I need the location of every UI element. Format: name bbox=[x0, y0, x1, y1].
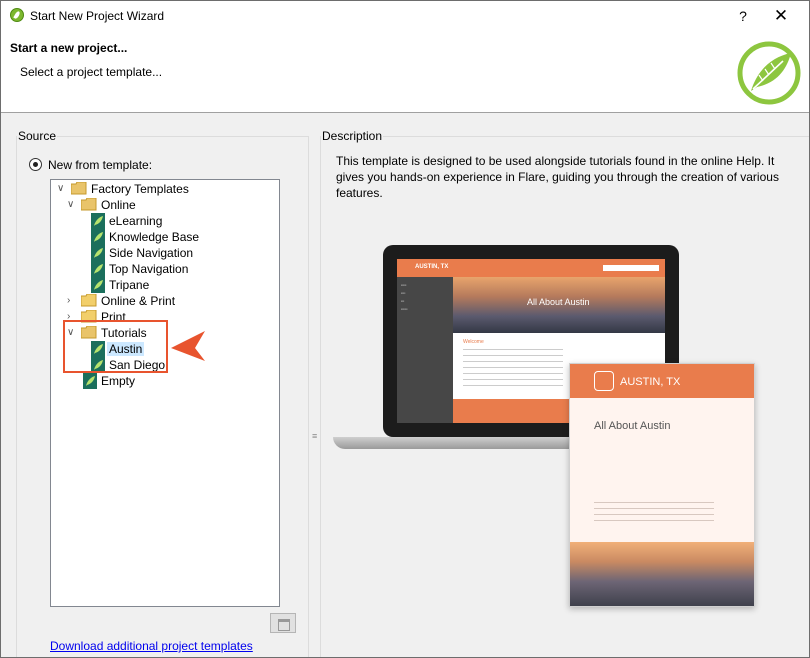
description-group-label: Description bbox=[321, 129, 384, 143]
template-icon bbox=[83, 373, 97, 389]
template-icon bbox=[91, 277, 105, 293]
print-page-brand: AUSTIN, TX bbox=[620, 376, 681, 388]
title-bar: Start New Project Wizard ? ✕ bbox=[1, 1, 809, 31]
tree-label-factory-templates[interactable]: Factory Templates bbox=[89, 182, 191, 196]
laptop-body-text bbox=[463, 349, 563, 389]
chevron-down-icon[interactable]: ∨ bbox=[57, 184, 67, 194]
tree-label-top-navigation[interactable]: Top Navigation bbox=[107, 262, 190, 276]
description-group: Description This template is designed to… bbox=[320, 129, 809, 657]
tree-label-online[interactable]: Online bbox=[99, 198, 138, 212]
template-icon bbox=[91, 213, 105, 229]
flare-logo-icon bbox=[737, 41, 801, 105]
laptop-welcome-heading: Welcome bbox=[463, 339, 484, 345]
template-tree[interactable]: ∨ Factory Templates ∨ Online eLearning K… bbox=[50, 179, 280, 607]
laptop-brand: AUSTIN, TX bbox=[415, 264, 449, 270]
print-page-text bbox=[594, 502, 714, 522]
template-icon bbox=[91, 261, 105, 277]
texas-logo-icon bbox=[594, 371, 614, 391]
tree-label-empty[interactable]: Empty bbox=[99, 374, 137, 388]
laptop-sidebar: ▪▪▪▪▪ ▪▪▪▪ ▪▪▪ ▪▪▪▪▪▪ bbox=[397, 277, 453, 423]
laptop-search-box bbox=[603, 265, 659, 271]
close-button[interactable]: ✕ bbox=[769, 4, 793, 28]
laptop-site-header: AUSTIN, TX bbox=[397, 259, 665, 277]
header-title: Start a new project... bbox=[10, 41, 128, 55]
tree-label-elearning[interactable]: eLearning bbox=[107, 214, 164, 228]
tree-label-online-print[interactable]: Online & Print bbox=[99, 294, 177, 308]
new-from-template-label[interactable]: New from template: bbox=[48, 158, 152, 172]
wizard-window: Start New Project Wizard ? ✕ Start a new… bbox=[0, 0, 810, 658]
folder-open-icon bbox=[71, 182, 87, 195]
print-page-body: All About Austin bbox=[570, 398, 754, 542]
tutorials-highlight-box bbox=[63, 320, 168, 373]
print-page-title: All About Austin bbox=[594, 420, 671, 432]
flare-app-icon bbox=[10, 8, 24, 22]
tree-label-side-navigation[interactable]: Side Navigation bbox=[107, 246, 195, 260]
laptop-sidebar-item: ▪▪▪▪▪▪ bbox=[401, 307, 408, 311]
template-icon bbox=[91, 229, 105, 245]
template-preview-image: AUSTIN, TX ▪▪▪▪▪ ▪▪▪▪ ▪▪▪ ▪▪▪▪▪▪ All Abo… bbox=[333, 237, 793, 617]
chevron-right-icon[interactable]: › bbox=[67, 296, 77, 306]
folder-icon bbox=[81, 294, 97, 307]
print-page-header: AUSTIN, TX bbox=[570, 364, 754, 398]
help-button[interactable]: ? bbox=[731, 4, 755, 28]
source-group: Source New from template: ∨ Factory Temp… bbox=[16, 129, 309, 657]
laptop-hero-image: All About Austin bbox=[453, 277, 665, 333]
print-page-preview: AUSTIN, TX All About Austin bbox=[569, 363, 755, 607]
window-title: Start New Project Wizard bbox=[30, 9, 165, 23]
template-description: This template is designed to be used alo… bbox=[336, 154, 779, 200]
laptop-sidebar-item: ▪▪▪▪ bbox=[401, 291, 406, 295]
tree-label-knowledge-base[interactable]: Knowledge Base bbox=[107, 230, 201, 244]
folder-open-icon bbox=[81, 198, 97, 211]
splitter-grip-icon[interactable]: ≡ bbox=[312, 431, 317, 441]
tree-label-tripane[interactable]: Tripane bbox=[107, 278, 151, 292]
new-from-template-radio[interactable] bbox=[29, 158, 42, 171]
header-subtitle: Select a project template... bbox=[20, 65, 163, 79]
print-page-skyline-photo bbox=[570, 542, 754, 606]
laptop-hero-title: All About Austin bbox=[527, 297, 590, 307]
wizard-header: Start a new project... Select a project … bbox=[1, 31, 809, 113]
download-templates-link[interactable]: Download additional project templates bbox=[50, 639, 253, 653]
laptop-sidebar-item: ▪▪▪▪▪ bbox=[401, 283, 407, 287]
template-icon bbox=[91, 245, 105, 261]
tree-view-button[interactable] bbox=[270, 613, 296, 633]
laptop-sidebar-item: ▪▪▪ bbox=[401, 299, 405, 303]
chevron-down-icon[interactable]: ∨ bbox=[67, 200, 77, 210]
arrow-pointer-icon bbox=[171, 331, 205, 361]
source-group-label: Source bbox=[17, 129, 58, 143]
